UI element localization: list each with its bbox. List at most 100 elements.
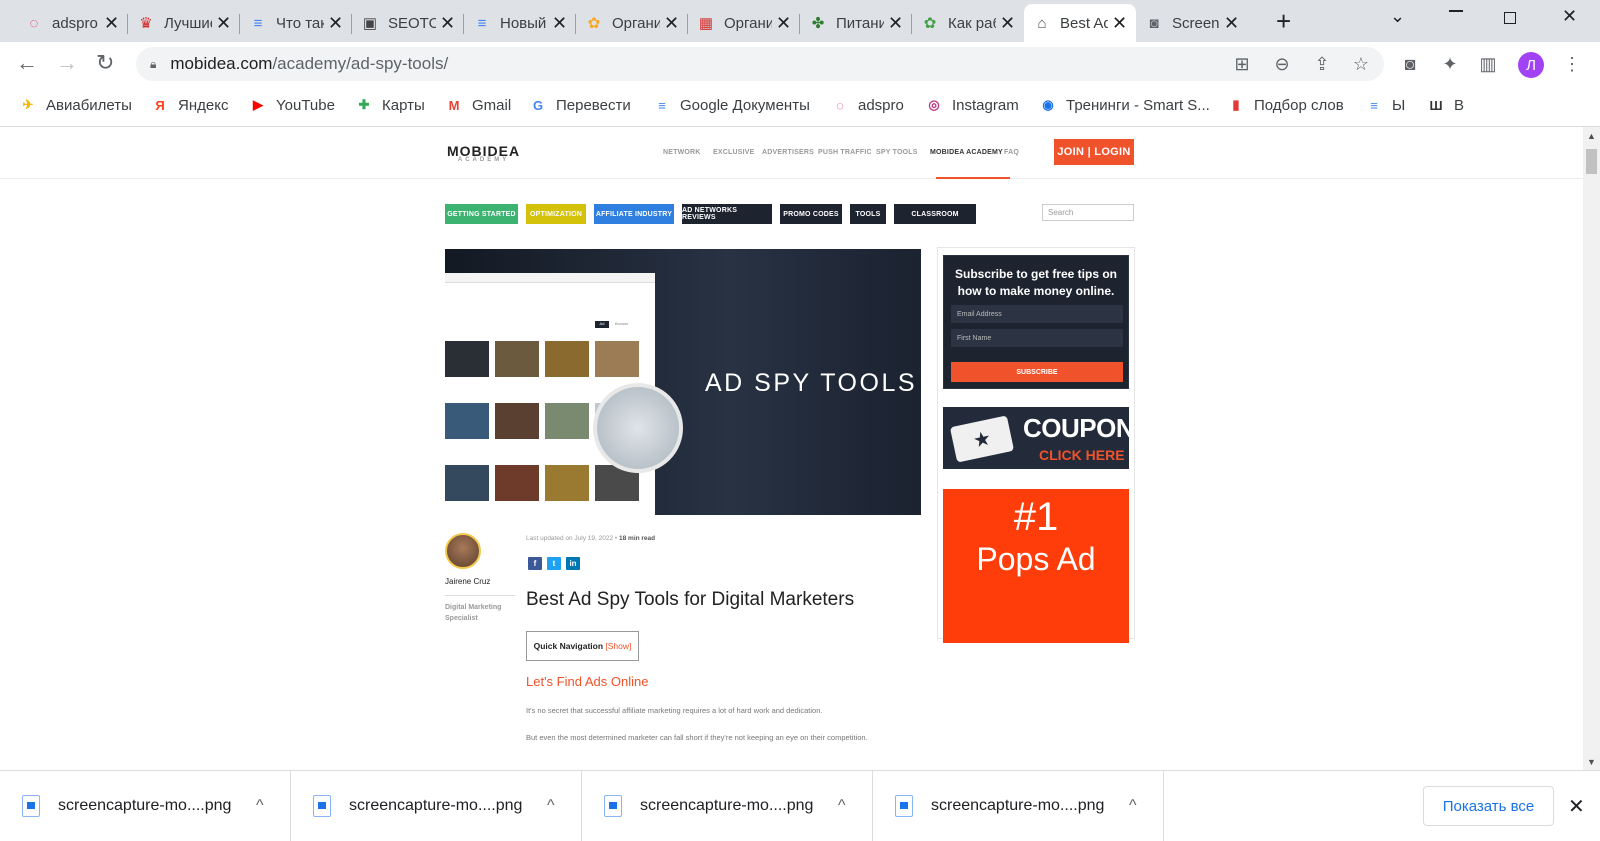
scrollbar-thumb[interactable]: [1586, 149, 1597, 174]
profile-avatar[interactable]: Л: [1518, 52, 1544, 78]
chevron-up-icon[interactable]: ^: [838, 797, 846, 815]
back-icon[interactable]: ←: [16, 52, 38, 74]
download-item[interactable]: screencapture-mo....png ^: [0, 771, 291, 841]
quick-navigation-toggle[interactable]: Quick Navigation [Show]: [526, 631, 639, 661]
bookmark-3[interactable]: ▶ YouTube: [248, 95, 335, 115]
category-button-2[interactable]: OPTIMIZATION: [526, 204, 586, 224]
bookmark-1[interactable]: ✈ Авиабилеты: [18, 95, 132, 115]
bookmark-10[interactable]: ◉ Тренинги - Smart S...: [1038, 95, 1210, 115]
nav-item-4[interactable]: PUSH TRAFFIC: [818, 149, 872, 156]
tab-8[interactable]: ✤ Питание✕: [800, 4, 912, 42]
scroll-down-icon[interactable]: ▼: [1587, 757, 1596, 767]
category-button-1[interactable]: GETTING STARTED: [445, 204, 518, 224]
zoom-icon[interactable]: ⊖: [1272, 54, 1292, 74]
extensions-icon[interactable]: ✦: [1440, 54, 1460, 74]
close-tab-icon[interactable]: ✕: [104, 13, 120, 34]
close-tab-icon[interactable]: ✕: [1000, 13, 1016, 34]
nav-item-2[interactable]: EXCLUSIVE: [713, 149, 754, 156]
share-icon[interactable]: ⇪: [1312, 54, 1332, 74]
category-button-5[interactable]: PROMO CODES: [780, 204, 842, 224]
side-panel-icon[interactable]: ▥: [1478, 54, 1498, 74]
close-tab-icon[interactable]: ✕: [1224, 13, 1240, 34]
email-field[interactable]: Email Address: [951, 305, 1123, 323]
menu-kebab-icon[interactable]: ⋮: [1562, 54, 1582, 74]
bookmark-13[interactable]: ШВ: [1426, 95, 1464, 115]
tab-3[interactable]: ≡ Что такое✕: [240, 4, 352, 42]
close-tab-icon[interactable]: ✕: [888, 13, 904, 34]
forward-icon[interactable]: →: [56, 52, 78, 74]
facebook-share-icon[interactable]: f: [528, 557, 542, 570]
download-item[interactable]: screencapture-mo....png ^: [582, 771, 873, 841]
tab-4[interactable]: ▣ SEOTOOL✕: [352, 4, 464, 42]
reload-icon[interactable]: ↻: [96, 52, 114, 74]
bookmark-7[interactable]: ≡ Google Документы: [652, 95, 810, 115]
author-avatar[interactable]: [445, 533, 481, 569]
download-item[interactable]: screencapture-mo....png ^: [291, 771, 582, 841]
pops-ad-banner[interactable]: #1 Pops Ad: [943, 489, 1129, 643]
bookmark-12[interactable]: ≡ Ы: [1364, 95, 1405, 115]
twitter-share-icon[interactable]: t: [547, 557, 561, 570]
tab-5[interactable]: ≡ Новый документ✕: [464, 4, 576, 42]
nav-item-1[interactable]: NETWORK: [663, 149, 701, 156]
bookmark-9[interactable]: ◎ Instagram: [924, 95, 1018, 115]
bookmark-4[interactable]: ✚ Карты: [354, 95, 425, 115]
close-tab-icon[interactable]: ✕: [328, 13, 344, 34]
category-button-7[interactable]: CLASSROOM: [894, 204, 976, 224]
tab-2[interactable]: ♛ Лучшие✕: [128, 4, 240, 42]
coupons-banner[interactable]: ★ COUPONS CLICK HERE: [943, 407, 1151, 469]
scroll-up-icon[interactable]: ▲: [1587, 131, 1596, 141]
bookmark-11[interactable]: ▮ Подбор слов: [1226, 95, 1343, 115]
close-tab-icon[interactable]: ✕: [1112, 13, 1128, 34]
join-login-button[interactable]: JOIN | LOGIN: [1054, 139, 1134, 165]
bookmark-5[interactable]: M Gmail: [444, 95, 512, 115]
restore-icon[interactable]: [1504, 12, 1516, 24]
bookmark-star-icon[interactable]: ☆: [1351, 54, 1371, 74]
tab-search-chevron-icon[interactable]: ⌄: [1390, 6, 1405, 27]
close-tab-icon[interactable]: ✕: [776, 13, 792, 34]
site-search-input[interactable]: Search: [1042, 204, 1134, 221]
close-downloads-icon[interactable]: ✕: [1568, 794, 1585, 819]
subscribe-button[interactable]: SUBSCRIBE: [951, 362, 1123, 382]
new-tab-button[interactable]: +: [1276, 8, 1291, 34]
adspro-icon: ◌: [836, 97, 844, 113]
page-scrollbar[interactable]: ▲ ▼: [1583, 127, 1600, 770]
tab-11[interactable]: ◙ Screenshot✕: [1136, 4, 1248, 42]
tab-9[interactable]: ✿ Как работает✕: [912, 4, 1024, 42]
address-bar[interactable]: 🔒︎ mobidea.com/academy/ad-spy-tools/: [136, 47, 1384, 81]
chevron-up-icon[interactable]: ^: [1129, 797, 1137, 815]
download-item[interactable]: screencapture-mo....png ^: [873, 771, 1164, 841]
close-window-icon[interactable]: ✕: [1562, 6, 1577, 27]
tab-10[interactable]: ⌂ Best Ad Spy Tools✕: [1024, 4, 1136, 42]
quick-nav-show-link[interactable]: [Show]: [605, 641, 631, 651]
tab-1[interactable]: ◌ adspro ✕: [16, 4, 128, 42]
site-logo[interactable]: MOBIDEA ACADEMY: [447, 143, 520, 163]
first-name-field[interactable]: First Name: [951, 329, 1123, 347]
translate-page-icon[interactable]: ⊞: [1232, 54, 1252, 74]
show-all-downloads-button[interactable]: Показать все: [1423, 786, 1554, 826]
chevron-up-icon[interactable]: ^: [256, 797, 264, 815]
category-button-6[interactable]: TOOLS: [850, 204, 886, 224]
instagram-icon: ◎: [928, 97, 940, 112]
linkedin-share-icon[interactable]: in: [566, 557, 580, 570]
close-tab-icon[interactable]: ✕: [552, 13, 568, 34]
bookmark-2[interactable]: Я Яндекс: [150, 95, 228, 115]
bookmark-label: Тренинги - Smart S...: [1066, 96, 1210, 114]
close-tab-icon[interactable]: ✕: [216, 13, 232, 34]
nav-item-7[interactable]: FAQ: [1004, 149, 1019, 156]
bookmark-6[interactable]: G Перевести: [528, 95, 631, 115]
bookmark-8[interactable]: ◌ adspro: [830, 95, 904, 115]
nav-item-5[interactable]: SPY TOOLS: [876, 149, 918, 156]
camera-icon[interactable]: ◙: [1400, 54, 1420, 74]
nav-item-3[interactable]: ADVERTISERS: [762, 149, 814, 156]
nav-item-6[interactable]: MOBIDEA ACADEMY: [930, 149, 1003, 156]
tab-6[interactable]: ✿ Организация✕: [576, 4, 688, 42]
minimize-icon[interactable]: [1449, 10, 1463, 12]
category-button-4[interactable]: AD NETWORKS REVIEWS: [682, 204, 772, 224]
category-button-3[interactable]: AFFILIATE INDUSTRY: [594, 204, 674, 224]
author-name[interactable]: Jairene Cruz: [445, 577, 490, 586]
tab-7[interactable]: ▦ Организатор✕: [688, 4, 800, 42]
chevron-up-icon[interactable]: ^: [547, 797, 555, 815]
close-tab-icon[interactable]: ✕: [440, 13, 456, 34]
bookmark-label: YouTube: [276, 96, 335, 114]
close-tab-icon[interactable]: ✕: [664, 13, 680, 34]
